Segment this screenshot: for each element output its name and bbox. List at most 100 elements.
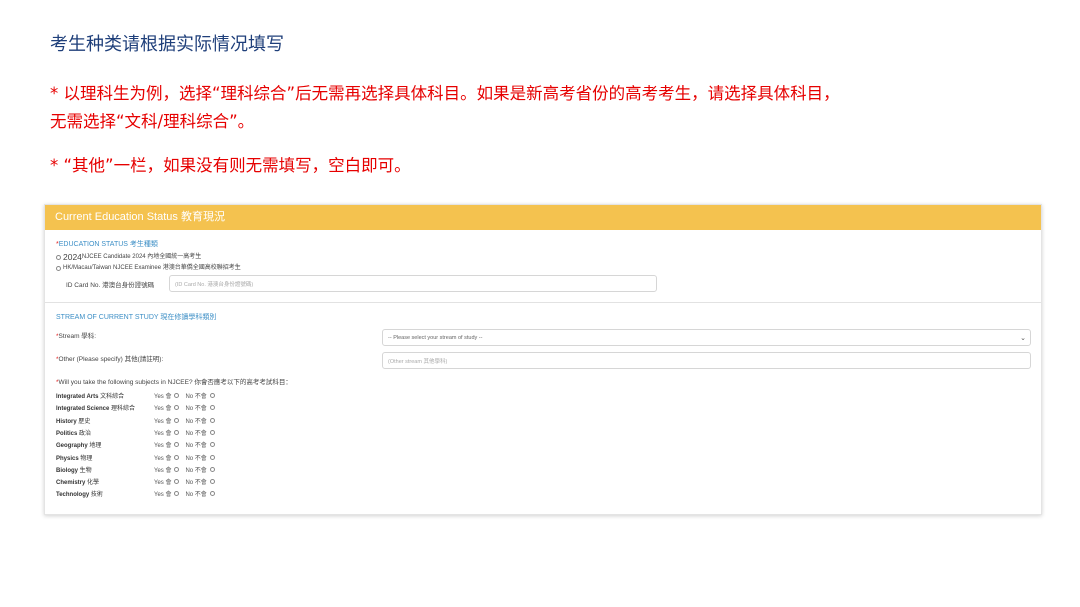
subject-yes-option[interactable]: Yes 會 (154, 489, 179, 498)
subject-row: Politics 政治Yes 會 No 不會 (56, 428, 221, 437)
status-option-njcee[interactable]: 2024 NJCEE Candidate 2024 內地全國統一高考生 (56, 252, 201, 262)
subject-row: Physics 物理Yes 會 No 不會 (56, 453, 221, 462)
chevron-down-icon[interactable]: ⌄ (1020, 334, 1026, 342)
subject-yes-option[interactable]: Yes 會 (154, 477, 179, 486)
radio-icon[interactable] (174, 405, 179, 410)
stream-title: STREAM OF CURRENT STUDY 現在修讀學科類別 (56, 312, 216, 322)
subject-name: History 歷史 (56, 416, 154, 425)
stream-select[interactable]: -- Please select your stream of study --… (382, 329, 1031, 346)
subject-no-option[interactable]: No 不會 (185, 440, 214, 449)
subject-no-option[interactable]: No 不會 (185, 416, 214, 425)
subject-name-zh: 技術 (91, 492, 103, 498)
subject-yes-option[interactable]: Yes 會 (154, 391, 179, 400)
yes-label: Yes 會 (154, 403, 171, 412)
subject-name-en: History (56, 419, 77, 425)
subjects-question: *Will you take the following subjects in… (56, 376, 292, 386)
stream-label: *Stream 學科: (56, 330, 96, 340)
subject-name-en: Physics (56, 456, 79, 462)
subject-no-option[interactable]: No 不會 (185, 453, 214, 462)
no-label: No 不會 (185, 403, 206, 412)
no-label: No 不會 (185, 416, 206, 425)
subject-row: Integrated Arts 文科綜合Yes 會No 不會 (56, 391, 221, 400)
no-label: No 不會 (185, 440, 206, 449)
radio-icon[interactable] (174, 479, 179, 484)
subject-name-en: Geography (56, 443, 88, 449)
subject-row: Biology 生物Yes 會No 不會 (56, 465, 221, 474)
education-status-title: *EDUCATION STATUS 考生種類 (56, 239, 158, 249)
subject-name-en: Politics (56, 431, 77, 437)
subject-name-en: Integrated Arts (56, 394, 98, 400)
subject-name: Technology 技術 (56, 489, 154, 498)
yes-label: Yes 會 (154, 416, 171, 425)
no-label: No 不會 (185, 391, 206, 400)
education-status-panel: Current Education Status 教育現況 *EDUCATION… (44, 204, 1042, 515)
radio-icon[interactable] (210, 455, 215, 460)
subject-no-option[interactable]: No 不會 (185, 428, 214, 437)
other-stream-label-text: Other (Please specify) 其他(請註明): (59, 356, 164, 363)
radio-icon[interactable] (210, 442, 215, 447)
subject-name-en: Technology (56, 492, 89, 498)
subject-yes-option[interactable]: Yes 會 (154, 403, 179, 412)
stream-select-value: -- Please select your stream of study -- (388, 335, 482, 341)
no-label: No 不會 (185, 428, 206, 437)
radio-icon[interactable] (174, 455, 179, 460)
subject-no-option[interactable]: No 不會 (185, 489, 214, 498)
subject-name-en: Biology (56, 468, 78, 474)
section-divider (45, 302, 1041, 303)
subjects-question-text: Will you take the following subjects in … (59, 379, 292, 386)
radio-icon[interactable] (56, 255, 61, 260)
subject-name: Integrated Arts 文科綜合 (56, 391, 154, 400)
radio-icon[interactable] (174, 442, 179, 447)
subject-name: Geography 地理 (56, 440, 154, 449)
subject-name-en: Integrated Science (56, 406, 109, 412)
status-option-hmt[interactable]: HK/Macau/Taiwan NJCEE Examinee 港澳台華僑全國高校… (56, 263, 241, 273)
radio-icon[interactable] (210, 491, 215, 496)
subject-row: History 歷史Yes 會 No 不會 (56, 416, 221, 425)
subject-name: Physics 物理 (56, 453, 154, 462)
yes-label: Yes 會 (154, 428, 171, 437)
instruction-note-2: * “其他”一栏，如果没有则无需填写，空白即可。 (50, 152, 411, 180)
subject-row: Technology 技術Yes 會No 不會 (56, 489, 221, 498)
subject-yes-option[interactable]: Yes 會 (154, 416, 179, 425)
subject-name: Chemistry 化學 (56, 477, 154, 486)
id-card-input[interactable]: (ID Card No. 港澳台身份證號碼) (169, 275, 657, 292)
page-heading: 考生种类请根据实际情况填写 (50, 30, 284, 56)
subject-no-option[interactable]: No 不會 (185, 403, 214, 412)
subject-name: Politics 政治 (56, 428, 154, 437)
subject-yes-option[interactable]: Yes 會 (154, 440, 179, 449)
subject-no-option[interactable]: No 不會 (185, 477, 214, 486)
subject-name-zh: 文科綜合 (100, 394, 124, 400)
radio-icon[interactable] (210, 405, 215, 410)
subject-yes-option[interactable]: Yes 會 (154, 465, 179, 474)
subject-yes-option[interactable]: Yes 會 (154, 453, 179, 462)
education-status-title-text: EDUCATION STATUS 考生種類 (59, 241, 158, 248)
radio-icon[interactable] (174, 491, 179, 496)
other-stream-input[interactable]: (Other stream 其他學科) (382, 352, 1031, 369)
subject-row: Chemistry 化學Yes 會 No 不會 (56, 477, 221, 486)
subject-no-option[interactable]: No 不會 (185, 391, 214, 400)
radio-icon[interactable] (210, 418, 215, 423)
radio-icon[interactable] (210, 479, 215, 484)
radio-icon[interactable] (210, 467, 215, 472)
subject-row: Geography 地理Yes 會No 不會 (56, 440, 221, 449)
no-label: No 不會 (185, 489, 206, 498)
stream-label-text: Stream 學科: (59, 333, 97, 340)
subject-row: Integrated Science 理科綜合Yes 會No 不會 (56, 403, 221, 412)
other-stream-label: *Other (Please specify) 其他(請註明): (56, 353, 163, 363)
radio-icon[interactable] (210, 430, 215, 435)
radio-icon[interactable] (174, 467, 179, 472)
radio-icon[interactable] (174, 430, 179, 435)
radio-icon[interactable] (56, 266, 61, 271)
subject-name-zh: 地理 (89, 443, 101, 449)
no-label: No 不會 (185, 453, 206, 462)
subject-name: Integrated Science 理科綜合 (56, 403, 154, 412)
radio-icon[interactable] (174, 418, 179, 423)
radio-icon[interactable] (210, 393, 215, 398)
subject-name-zh: 理科綜合 (111, 406, 135, 412)
subject-name-zh: 化學 (87, 480, 99, 486)
subject-yes-option[interactable]: Yes 會 (154, 428, 179, 437)
yes-label: Yes 會 (154, 391, 171, 400)
radio-icon[interactable] (174, 393, 179, 398)
status-option-hmt-label: HK/Macau/Taiwan NJCEE Examinee 港澳台華僑全國高校… (63, 263, 241, 273)
subject-no-option[interactable]: No 不會 (185, 465, 214, 474)
